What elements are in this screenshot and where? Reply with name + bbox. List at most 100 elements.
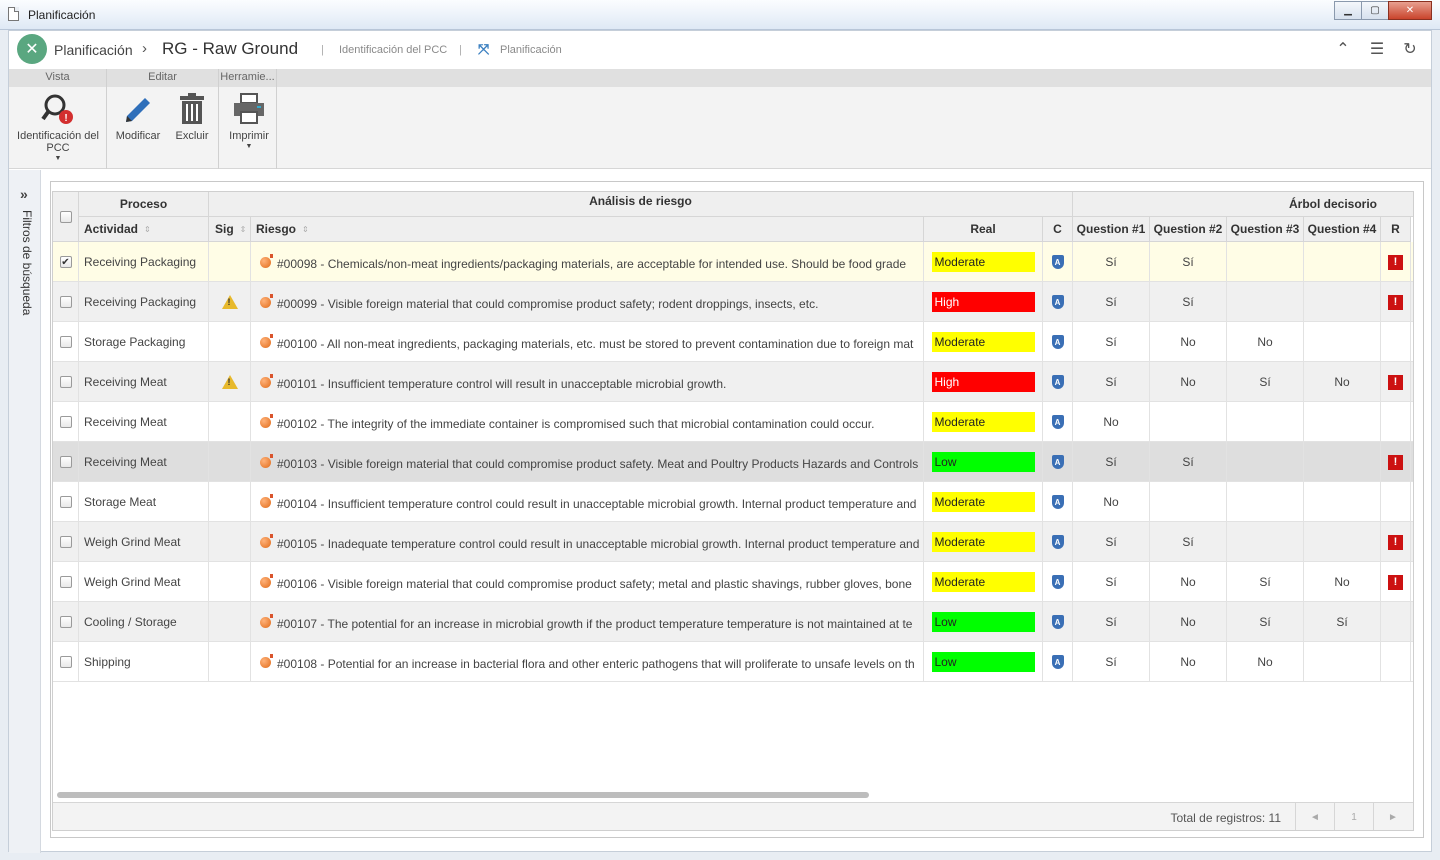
row-checkbox[interactable] [59,336,72,348]
maximize-button[interactable]: ▢ [1361,1,1389,20]
row-checkbox-cell [53,322,79,362]
app-logo-icon: ✕ [17,34,47,64]
row-checkbox[interactable] [59,496,72,508]
row-checkbox[interactable] [59,616,72,628]
actividad-cell[interactable]: Storage Packaging [79,322,209,362]
q4-cell: Sí [1304,602,1381,642]
riesgo-cell[interactable]: #00102 - The integrity of the immediate … [251,402,924,442]
risk-level-badge: Moderate [931,412,1035,432]
riesgo-cell[interactable]: #00108 - Potential for an increase in ba… [251,642,924,682]
actividad-cell[interactable]: Storage Meat [79,482,209,522]
page-title: RG - Raw Ground [162,39,299,58]
riesgo-cell[interactable]: #00100 - All non-meat ingredients, packa… [251,322,924,362]
row-checkbox[interactable] [59,656,72,668]
column-header-q1[interactable]: Question #1 [1073,217,1150,242]
next-page-button[interactable]: ► [1373,803,1412,830]
warning-icon [221,295,238,309]
imprimir-button[interactable]: Imprimir ▼ [225,91,273,150]
table-row[interactable]: Receiving Meat #00101 - Insufficient temp… [53,362,1413,402]
column-header-r[interactable]: R [1381,217,1411,242]
expand-chevron-icon[interactable]: » [20,186,28,202]
real-cell: Low [924,442,1043,482]
table-row[interactable]: Storage Packaging #00100 - All non-meat i… [53,322,1413,362]
table-row[interactable]: Shipping #00108 - Potential for an increa… [53,642,1413,682]
column-header-real[interactable]: Real [924,217,1043,242]
actividad-cell[interactable]: Receiving Meat [79,442,209,482]
table-row[interactable]: Weigh Grind Meat #00105 - Inadequate temp… [53,522,1413,562]
q1-cell: Sí [1073,322,1150,362]
select-all-checkbox[interactable] [59,210,72,223]
riesgo-cell[interactable]: #00107 - The potential for an increase i… [251,602,924,642]
row-checkbox[interactable] [59,416,72,428]
hazard-bomb-icon [260,253,273,268]
sig-cell [209,602,251,642]
risk-level-badge: High [931,372,1035,392]
minimize-button[interactable]: ▁ [1334,1,1362,20]
riesgo-cell[interactable]: #00106 - Visible foreign material that c… [251,562,924,602]
planning-icon: ⤧ [478,41,490,57]
search-filters-panel[interactable]: » Filtros de búsqueda [9,170,41,853]
table-row[interactable]: Receiving Meat #00102 - The integrity of … [53,402,1413,442]
sort-icon[interactable]: ⇕ [240,225,247,234]
sort-icon[interactable]: ⇕ [302,225,309,234]
riesgo-cell[interactable]: #00098 - Chemicals/non-meat ingredients/… [251,242,924,282]
table-row[interactable]: Weigh Grind Meat #00106 - Visible foreign… [53,562,1413,602]
control-shield-icon: A [1051,255,1064,269]
actividad-cell[interactable]: Weigh Grind Meat [79,562,209,602]
table-row[interactable]: Storage Meat #00104 - Insufficient temper… [53,482,1413,522]
row-checkbox[interactable]: ✔ [59,256,72,268]
sig-label: Sig [215,222,234,236]
actividad-text: Receiving Meat [84,415,167,429]
riesgo-cell[interactable]: #00099 - Visible foreign material that c… [251,282,924,322]
row-checkbox[interactable] [59,296,72,308]
column-header-q3[interactable]: Question #3 [1227,217,1304,242]
q2-answer: Sí [1182,255,1194,269]
actividad-cell[interactable]: Weigh Grind Meat [79,522,209,562]
hazard-bomb-icon [260,533,273,548]
table-row[interactable]: Receiving Packaging #00099 - Visible fore… [53,282,1413,322]
sort-icon[interactable]: ⇕ [144,225,151,234]
actividad-text: Weigh Grind Meat [84,535,181,549]
riesgo-cell[interactable]: #00101 - Insufficient temperature contro… [251,362,924,402]
prev-page-button[interactable]: ◄ [1295,803,1334,830]
collapse-up-icon[interactable]: ⌃ [1332,39,1354,59]
modificar-button[interactable]: Modificar [113,91,163,142]
column-header-riesgo[interactable]: Riesgo ⇕ [251,217,924,242]
table-row[interactable]: Cooling / Storage #00107 - The potential … [53,602,1413,642]
app-frame: ✕ Planificación › RG - Raw Ground | Iden… [8,30,1432,853]
column-header-c[interactable]: C [1043,217,1073,242]
list-menu-icon[interactable]: ☰ [1366,39,1388,59]
riesgo-cell[interactable]: #00105 - Inadequate temperature control … [251,522,924,562]
column-header-actividad[interactable]: Actividad ⇕ [79,217,209,242]
actividad-cell[interactable]: Cooling / Storage [79,602,209,642]
column-header-q2[interactable]: Question #2 [1150,217,1227,242]
link-identificacion-pcc[interactable]: Identificación del PCC [339,44,447,56]
link-planificacion[interactable]: Planificación [500,44,562,56]
alert-flag-icon: ! [1388,454,1403,470]
column-header-q4[interactable]: Question #4 [1304,217,1381,242]
actividad-cell[interactable]: Receiving Meat [79,362,209,402]
r-cell: ! [1381,242,1411,282]
breadcrumb-app[interactable]: Planificación [54,42,133,58]
q2-answer: Sí [1182,455,1194,469]
table-row[interactable]: Receiving Meat #00103 - Visible foreign m… [53,442,1413,482]
row-checkbox[interactable] [59,576,72,588]
hazard-bomb-icon [260,613,273,628]
q3-cell: Sí [1227,362,1304,402]
riesgo-cell[interactable]: #00103 - Visible foreign material that c… [251,442,924,482]
table-row[interactable]: ✔ Receiving Packaging #00098 - Chemicals/n… [53,242,1413,282]
close-button[interactable]: ✕ [1388,1,1432,20]
actividad-cell[interactable]: Receiving Meat [79,402,209,442]
identificacion-pcc-button[interactable]: ! Identificación del PCC ▼ [15,91,101,162]
column-header-sig[interactable]: Sig ⇕ [209,217,251,242]
row-checkbox[interactable] [59,456,72,468]
refresh-icon[interactable]: ↻ [1399,39,1421,59]
excluir-button[interactable]: Excluir [172,91,212,142]
actividad-cell[interactable]: Shipping [79,642,209,682]
row-checkbox[interactable] [59,376,72,388]
actividad-cell[interactable]: Receiving Packaging [79,242,209,282]
row-checkbox[interactable] [59,536,72,548]
riesgo-cell[interactable]: #00104 - Insufficient temperature contro… [251,482,924,522]
actividad-cell[interactable]: Receiving Packaging [79,282,209,322]
horizontal-scrollbar[interactable] [57,792,869,798]
